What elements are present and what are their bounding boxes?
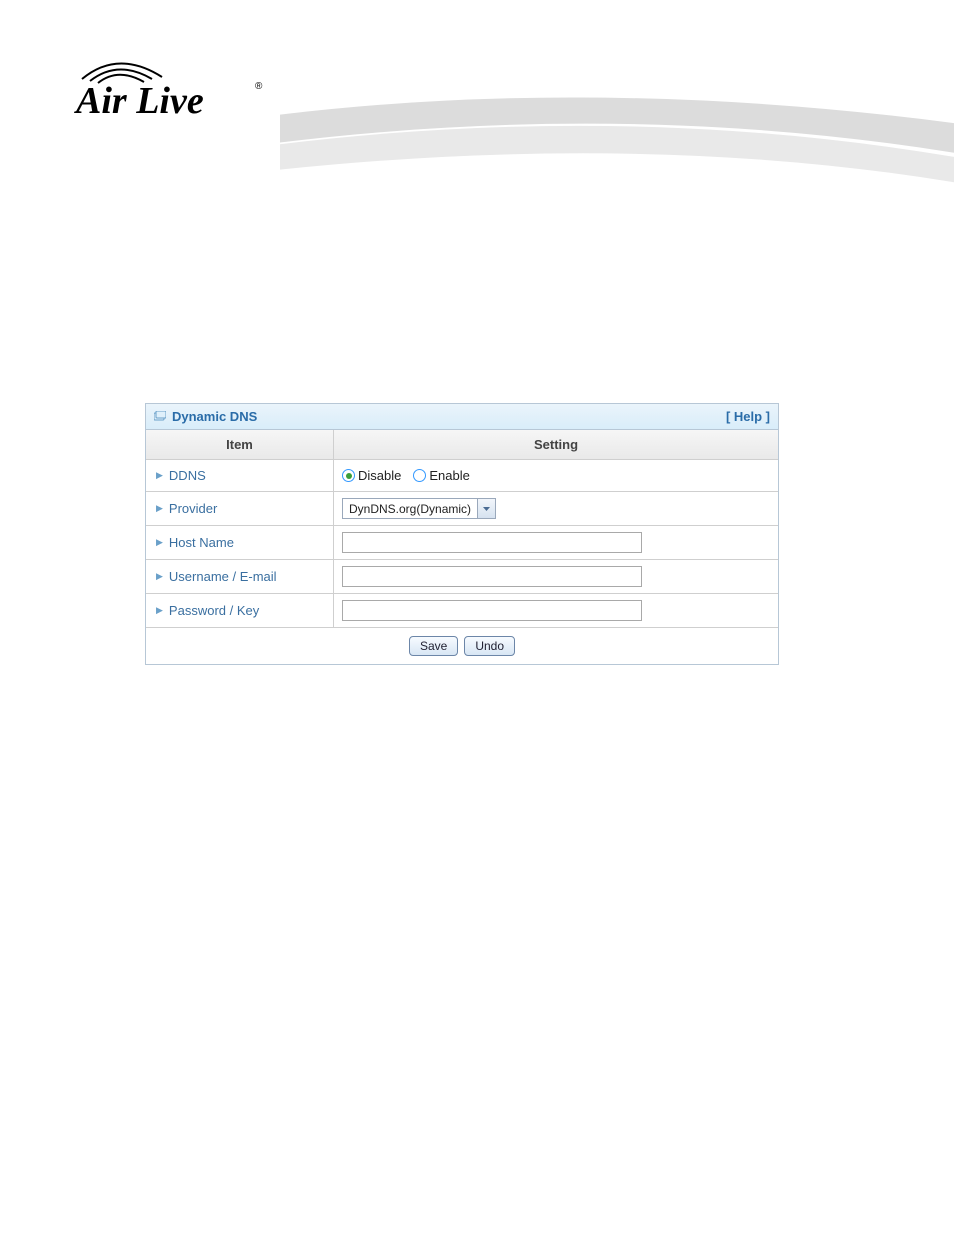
svg-text:®: ® [255, 81, 263, 92]
row-password: ▶ Password / Key [146, 594, 778, 628]
row-provider: ▶ Provider DynDNS.org(Dynamic) [146, 492, 778, 526]
hostname-input[interactable] [342, 532, 642, 553]
save-button[interactable]: Save [409, 636, 458, 656]
panel-title-text: Dynamic DNS [172, 409, 257, 424]
ddns-disable-label: Disable [358, 468, 401, 483]
provider-select-value: DynDNS.org(Dynamic) [343, 499, 477, 518]
column-header-setting: Setting [334, 430, 778, 459]
label-ddns: ▶ DDNS [146, 460, 334, 491]
label-password: ▶ Password / Key [146, 594, 334, 627]
chevron-down-icon [477, 499, 495, 518]
username-input[interactable] [342, 566, 642, 587]
radio-icon [413, 469, 426, 482]
ddns-disable-radio[interactable]: Disable [342, 468, 401, 483]
triangle-icon: ▶ [156, 537, 163, 548]
password-input[interactable] [342, 600, 642, 621]
dynamic-dns-panel: Dynamic DNS [ Help ] Item Setting ▶ DDNS… [145, 403, 779, 665]
row-username: ▶ Username / E-mail [146, 560, 778, 594]
row-hostname: ▶ Host Name [146, 526, 778, 560]
undo-button[interactable]: Undo [464, 636, 515, 656]
provider-select[interactable]: DynDNS.org(Dynamic) [342, 498, 496, 519]
panel-footer: Save Undo [146, 628, 778, 664]
label-ddns-text: DDNS [169, 468, 206, 483]
triangle-icon: ▶ [156, 503, 163, 514]
panel-icon [154, 409, 166, 424]
column-headers: Item Setting [146, 430, 778, 460]
column-header-item: Item [146, 430, 334, 459]
svg-text:Air Live: Air Live [74, 80, 204, 122]
label-provider: ▶ Provider [146, 492, 334, 525]
page-header: Air Live ® [0, 0, 954, 200]
triangle-icon: ▶ [156, 470, 163, 481]
help-link[interactable]: [ Help ] [726, 409, 770, 424]
header-swoosh [280, 85, 954, 195]
label-username-text: Username / E-mail [169, 569, 277, 584]
triangle-icon: ▶ [156, 605, 163, 616]
label-provider-text: Provider [169, 501, 217, 516]
radio-icon [342, 469, 355, 482]
label-password-text: Password / Key [169, 603, 259, 618]
label-hostname: ▶ Host Name [146, 526, 334, 559]
label-hostname-text: Host Name [169, 535, 234, 550]
ddns-enable-radio[interactable]: Enable [413, 468, 469, 483]
ddns-enable-label: Enable [429, 468, 469, 483]
label-username: ▶ Username / E-mail [146, 560, 334, 593]
panel-titlebar: Dynamic DNS [ Help ] [146, 404, 778, 430]
row-ddns: ▶ DDNS Disable Enable [146, 460, 778, 492]
brand-logo: Air Live ® [70, 55, 270, 125]
triangle-icon: ▶ [156, 571, 163, 582]
